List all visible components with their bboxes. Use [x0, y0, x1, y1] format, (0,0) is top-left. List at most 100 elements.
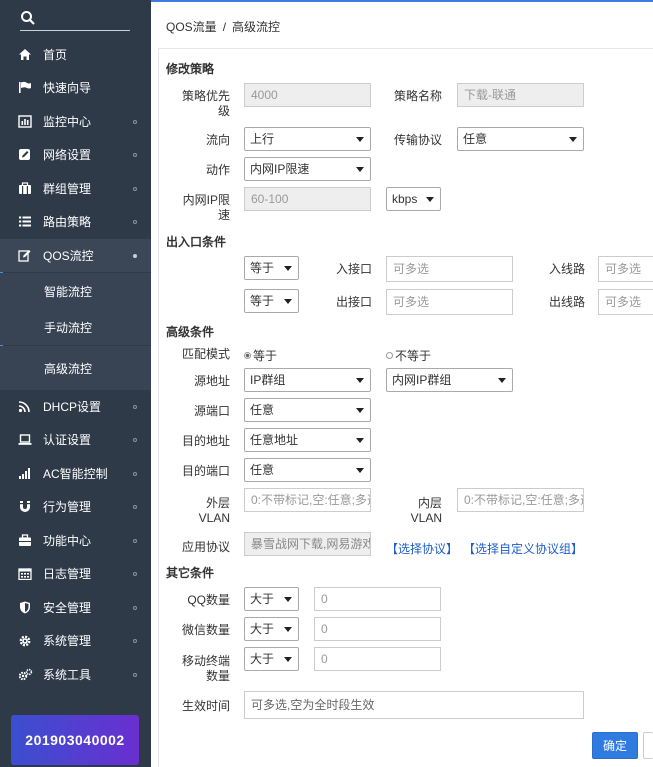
sidebar-item-label: 安全管理 [43, 601, 92, 615]
out-interface-op-select[interactable]: 等于 [244, 289, 299, 313]
expand-dot [133, 405, 137, 409]
signal-icon [17, 466, 33, 482]
protocol-value: 任意 [463, 132, 488, 146]
action-select[interactable]: 内网IP限速 [244, 157, 371, 181]
dst-port-select[interactable]: 任意 [244, 458, 371, 482]
out-interface-input[interactable]: 可多选 [386, 289, 513, 315]
src-addr-group-select[interactable]: 内网IP群组 [386, 368, 513, 392]
confirm-button[interactable]: 确定 [592, 732, 638, 759]
limit-input[interactable]: 60-100 [244, 187, 371, 211]
expand-dot [133, 254, 137, 258]
sidebar-item-monitor[interactable]: 监控中心 [0, 105, 151, 138]
chevron-down-icon [356, 378, 364, 383]
outer-vlan-input[interactable]: 0:不带标记,空:任意;多选 [244, 488, 371, 512]
expand-dot [133, 572, 137, 576]
src-addr-type-value: IP群组 [250, 373, 286, 387]
sidebar-subitem-label: 智能流控 [44, 284, 93, 299]
expand-dot [133, 220, 137, 224]
sidebar-item-label: 快速向导 [43, 81, 92, 95]
action-value: 内网IP限速 [250, 162, 310, 176]
src-addr-type-select[interactable]: IP群组 [244, 368, 371, 392]
wechat-count-op-value: 大于 [250, 622, 275, 636]
policy-name-input[interactable]: 下载-联通 [457, 83, 584, 107]
expand-dot [133, 438, 137, 442]
app-protocol-input[interactable]: 暴雪战网下载,网易游戏 [244, 532, 371, 556]
cancel-button-partial[interactable] [643, 732, 653, 759]
in-line-input[interactable]: 可多选 [598, 256, 653, 282]
dst-port-value: 任意 [250, 463, 275, 477]
sidebar-item-route[interactable]: 路由策略 [0, 205, 151, 238]
limit-unit-value: kbps [392, 192, 418, 206]
qq-count-op-select[interactable]: 大于 [244, 587, 299, 611]
priority-label: 策略优先级 [181, 89, 230, 118]
sidebar-item-auth[interactable]: 认证设置 [0, 423, 151, 456]
select-custom-protocol-link[interactable]: 【选择自定义协议组】 [463, 540, 583, 557]
match-mode-label: 匹配模式 [181, 347, 230, 361]
sidebar-item-ac[interactable]: AC智能控制 [0, 457, 151, 490]
qq-count-op-value: 大于 [250, 592, 275, 606]
expand-dot [133, 639, 137, 643]
sidebar-item-behavior[interactable]: 行为管理 [0, 490, 151, 523]
expand-dot [133, 120, 137, 124]
sidebar-item-label: 行为管理 [43, 500, 92, 514]
sidebar-item-network[interactable]: 网络设置 [0, 138, 151, 171]
action-label: 动作 [205, 163, 230, 177]
sidebar-item-tools[interactable]: 系统工具 [0, 658, 151, 691]
out-line-input[interactable]: 可多选 [598, 289, 653, 315]
sidebar-subitem-advanced[interactable]: 高级流控 [0, 346, 151, 390]
protocol-label: 传输协议 [393, 133, 442, 147]
search-underline [20, 30, 130, 31]
protocol-select[interactable]: 任意 [457, 127, 584, 151]
dst-port-label: 目的端口 [181, 464, 230, 478]
in-interface-op-value: 等于 [250, 261, 275, 275]
sidebar-item-function[interactable]: 功能中心 [0, 524, 151, 557]
select-protocol-link[interactable]: 【选择协议】 [386, 540, 458, 557]
search-icon[interactable] [20, 10, 36, 26]
sidebar-search[interactable] [0, 0, 151, 38]
effective-time-input[interactable]: 可多选,空为全时段生效 [244, 691, 584, 719]
chart-icon [17, 114, 33, 130]
sidebar-item-dhcp[interactable]: DHCP设置 [0, 390, 151, 423]
direction-select[interactable]: 上行 [244, 127, 371, 151]
policy-name-label: 策略名称 [393, 89, 442, 103]
sidebar-item-home[interactable]: 首页 [0, 38, 151, 71]
dst-addr-select[interactable]: 任意地址 [244, 428, 371, 452]
content-border [158, 48, 159, 767]
expand-dot [133, 539, 137, 543]
breadcrumb-current: 高级流控 [232, 20, 281, 34]
sidebar-item-log[interactable]: 日志管理 [0, 557, 151, 590]
chevron-down-icon [498, 378, 506, 383]
wechat-count-input[interactable]: 0 [314, 617, 441, 641]
chevron-down-icon [356, 167, 364, 172]
qq-count-input[interactable]: 0 [314, 587, 441, 611]
limit-unit-select[interactable]: kbps [386, 187, 441, 211]
mobile-count-input[interactable]: 0 [314, 647, 441, 671]
sidebar-subitem-manual[interactable]: 手动流控 [0, 309, 151, 345]
qq-count-label: QQ数量 [187, 593, 230, 607]
sidebar-item-security[interactable]: 安全管理 [0, 591, 151, 624]
chevron-down-icon [356, 137, 364, 142]
sidebar-subitem-smart[interactable]: 智能流控 [0, 273, 151, 309]
in-line-label: 入线路 [548, 262, 585, 276]
wechat-count-op-select[interactable]: 大于 [244, 617, 299, 641]
breadcrumb-parent[interactable]: QOS流量 [166, 20, 217, 34]
expand-dot [133, 153, 137, 157]
inner-vlan-input[interactable]: 0:不带标记,空:任意;多选 [457, 488, 584, 512]
expand-dot [133, 505, 137, 509]
list-icon [17, 214, 33, 230]
mobile-count-op-select[interactable]: 大于 [244, 647, 299, 671]
match-not-equal-radio[interactable]: 不等于 [386, 347, 431, 364]
sidebar-item-qos[interactable]: QOS流控 [0, 239, 151, 272]
in-interface-input[interactable]: 可多选 [386, 256, 513, 282]
sidebar-item-wizard[interactable]: 快速向导 [0, 71, 151, 104]
sidebar-item-group[interactable]: 群组管理 [0, 172, 151, 205]
src-port-select[interactable]: 任意 [244, 398, 371, 422]
outer-vlan-label: 外层VLAN [198, 496, 230, 525]
match-equal-radio[interactable]: 等于 [244, 347, 277, 364]
sidebar-item-system[interactable]: 系统管理 [0, 624, 151, 657]
calendar-icon [17, 566, 33, 582]
sidebar-item-label: 系统工具 [43, 668, 92, 682]
in-interface-op-select[interactable]: 等于 [244, 256, 299, 280]
priority-input[interactable]: 4000 [244, 83, 371, 107]
edit-square-icon [17, 248, 33, 264]
